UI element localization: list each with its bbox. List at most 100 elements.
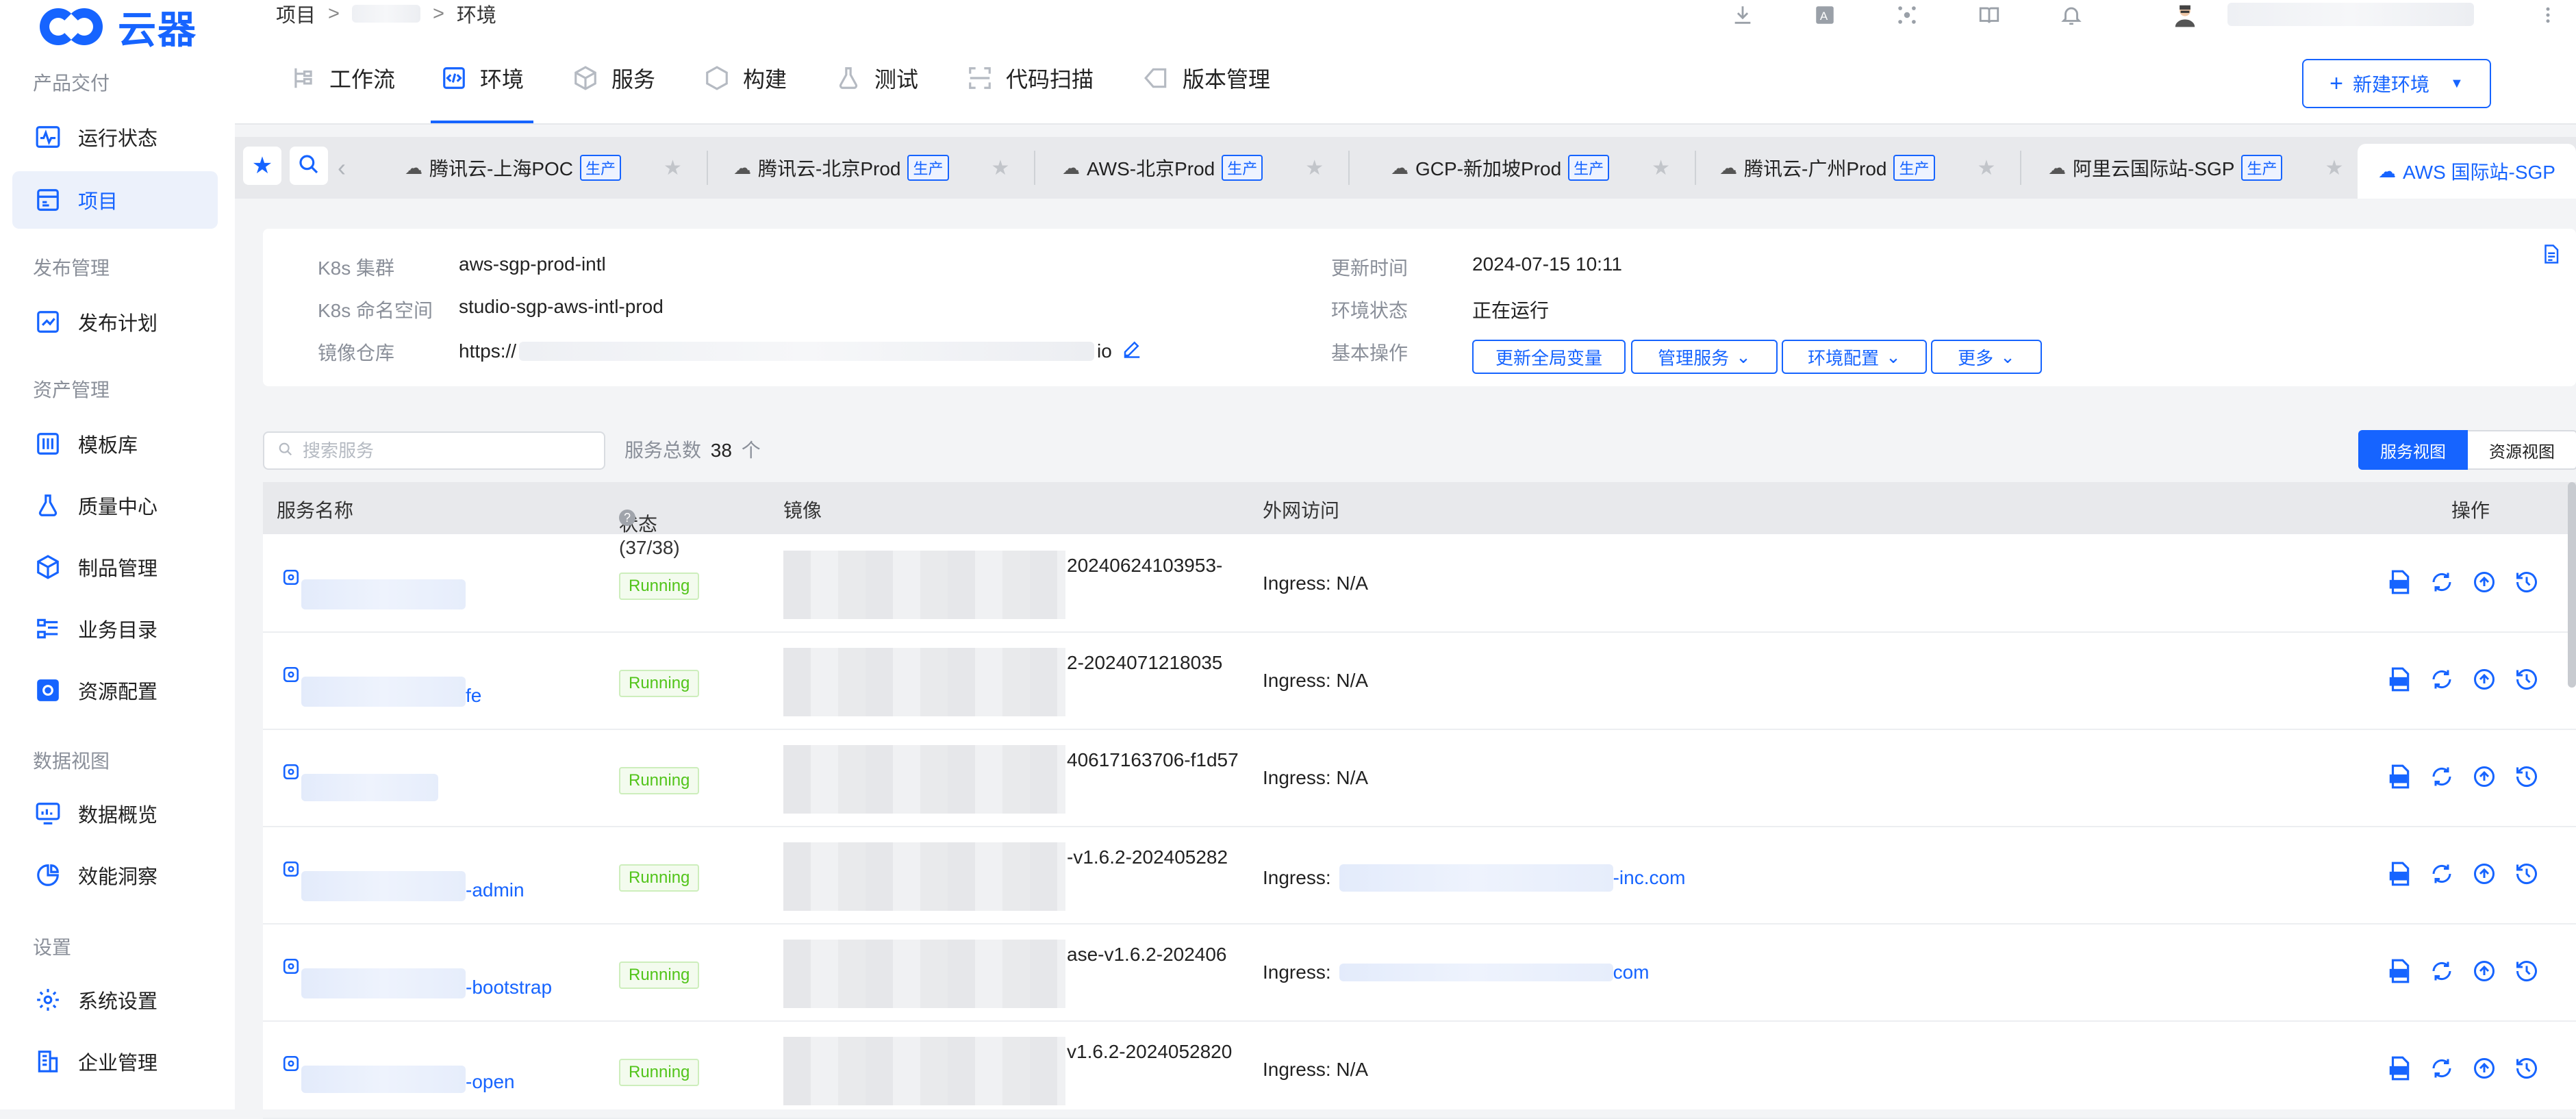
env-tab-tencent-guangzhou-prod[interactable]: ☁ 腾讯云-广州Prod 生产 ★ [1719, 144, 2022, 192]
star-outline-icon[interactable]: ★ [664, 156, 682, 180]
history-icon[interactable] [2513, 860, 2540, 888]
env-tab-gcp-singapore-prod[interactable]: ☁ GCP-新加坡Prod 生产 ★ [1391, 144, 1697, 192]
service-search-field[interactable] [263, 431, 605, 470]
help-icon[interactable]: ? [619, 510, 635, 526]
restart-icon[interactable] [2428, 763, 2455, 790]
beaker-icon [835, 64, 862, 92]
service-name-link[interactable]: fe [301, 677, 481, 707]
service-name-link[interactable] [301, 579, 466, 609]
apps-icon[interactable] [1892, 0, 1922, 30]
sidebar-item-templates[interactable]: 模板库 [12, 415, 218, 473]
env-tab-tencent-shanghai-poc[interactable]: ☁ 腾讯云-上海POC 生产 ★ [405, 144, 708, 192]
restart-icon[interactable] [2428, 860, 2455, 888]
new-environment-button[interactable]: + 新建环境 ▼ [2302, 59, 2491, 108]
manage-services-button[interactable]: 管理服务 ⌄ [1631, 340, 1778, 374]
service-name-link[interactable]: -bootstrap [301, 968, 552, 998]
edit-pencil-icon[interactable] [1122, 338, 1142, 364]
view-doc-icon[interactable] [2386, 568, 2413, 596]
update-global-vars-button[interactable]: 更新全局变量 [1472, 340, 1626, 374]
upgrade-icon[interactable] [2471, 1055, 2498, 1082]
upgrade-icon[interactable] [2471, 957, 2498, 985]
restart-icon[interactable] [2428, 1055, 2455, 1082]
history-icon[interactable] [2513, 568, 2540, 596]
sidebar-item-enterprise[interactable]: 企业管理 [12, 1033, 218, 1090]
resource-view-button[interactable]: 资源视图 [2468, 430, 2576, 470]
restart-icon[interactable] [2428, 957, 2455, 985]
tab-test[interactable]: 测试 [835, 33, 918, 123]
env-tab-aws-beijing-prod[interactable]: ☁ AWS-北京Prod 生产 ★ [1062, 144, 1350, 192]
tabs-prev-chevron-icon[interactable]: ‹ [338, 153, 346, 182]
ingress-host-redacted[interactable] [1339, 964, 1613, 981]
sidebar-item-insights[interactable]: 效能洞察 [12, 846, 218, 904]
scan-icon [966, 64, 994, 92]
service-name-link[interactable]: -admin [301, 871, 525, 901]
service-view-button[interactable]: 服务视图 [2358, 430, 2468, 470]
ingress-host-redacted[interactable] [1339, 864, 1613, 892]
breadcrumb-project-redacted[interactable] [351, 5, 420, 23]
tab-workflow[interactable]: 工作流 [290, 33, 395, 123]
docs-book-icon[interactable] [1974, 0, 2004, 30]
service-name-link[interactable]: -open [301, 1066, 515, 1093]
env-config-button[interactable]: 环境配置 ⌄ [1782, 340, 1927, 374]
upgrade-icon[interactable] [2471, 860, 2498, 888]
more-button[interactable]: 更多 ⌄ [1931, 340, 2042, 374]
favorite-star-button[interactable]: ★ [243, 147, 281, 185]
brand-logo[interactable]: 云器 [40, 4, 197, 51]
more-vertical-icon[interactable] [2533, 0, 2563, 30]
star-outline-icon[interactable]: ★ [1305, 156, 1324, 180]
sidebar: 云器 产品交付 运行状态 项目 发布管理 发布计划 资产管理 模板库 质量中心 … [0, 0, 235, 1109]
sidebar-item-label: 效能洞察 [78, 866, 158, 888]
env-tab-tencent-beijing-prod[interactable]: ☁ 腾讯云-北京Prod 生产 ★ [733, 144, 1036, 192]
tab-build[interactable]: 构建 [703, 33, 787, 123]
tab-environment[interactable]: 环境 [430, 33, 534, 123]
history-icon[interactable] [2513, 1055, 2540, 1082]
document-icon[interactable] [2540, 244, 2561, 268]
table-scrollbar[interactable] [2568, 482, 2576, 688]
cloud-icon: ☁ [1062, 157, 1080, 178]
sidebar-item-data-overview[interactable]: 数据概览 [12, 785, 218, 842]
view-doc-icon[interactable] [2386, 957, 2413, 985]
translate-icon[interactable]: A [1810, 0, 1840, 30]
avatar[interactable] [2170, 0, 2200, 30]
upgrade-icon[interactable] [2471, 666, 2498, 693]
sidebar-item-resource-config[interactable]: 资源配置 [12, 662, 218, 719]
env-search-button[interactable] [290, 147, 328, 185]
history-icon[interactable] [2513, 763, 2540, 790]
tab-label: 测试 [874, 67, 919, 92]
star-outline-icon[interactable]: ★ [1652, 156, 1670, 180]
tab-version-mgmt[interactable]: 版本管理 [1143, 33, 1270, 123]
sidebar-item-catalog[interactable]: 业务目录 [12, 600, 218, 657]
view-doc-icon[interactable] [2386, 860, 2413, 888]
restart-icon[interactable] [2428, 666, 2455, 693]
env-tab-aliyun-intl-sgp[interactable]: ☁ 阿里云国际站-SGP 生产 ★ [2048, 144, 2343, 192]
env-tab-aws-intl-sgp[interactable]: ☁ AWS 国际站-SGP [2358, 144, 2576, 199]
sidebar-item-runtime-status[interactable]: 运行状态 [12, 108, 218, 166]
history-icon[interactable] [2513, 666, 2540, 693]
view-doc-icon[interactable] [2386, 1055, 2413, 1082]
upgrade-icon[interactable] [2471, 568, 2498, 596]
view-doc-icon[interactable] [2386, 666, 2413, 693]
restart-icon[interactable] [2428, 568, 2455, 596]
sidebar-item-quality[interactable]: 质量中心 [12, 477, 218, 534]
service-search-input[interactable] [301, 439, 592, 462]
ingress-link[interactable]: -inc.com [1613, 867, 1686, 889]
upgrade-icon[interactable] [2471, 763, 2498, 790]
sidebar-item-system-settings[interactable]: 系统设置 [12, 971, 218, 1029]
sidebar-item-release-plan[interactable]: 发布计划 [12, 293, 218, 351]
tab-code-scan[interactable]: 代码扫描 [966, 33, 1094, 123]
bell-icon[interactable] [2056, 0, 2086, 30]
view-doc-icon[interactable] [2386, 763, 2413, 790]
service-type-icon [282, 568, 300, 586]
sidebar-item-project[interactable]: 项目 [12, 171, 218, 229]
history-icon[interactable] [2513, 957, 2540, 985]
star-outline-icon[interactable]: ★ [2325, 156, 2343, 180]
tab-services[interactable]: 服务 [572, 33, 655, 123]
star-outline-icon[interactable]: ★ [992, 156, 1010, 180]
breadcrumb-root[interactable]: 项目 [276, 0, 316, 28]
download-icon[interactable] [1728, 0, 1758, 30]
sidebar-item-artifacts[interactable]: 制品管理 [12, 538, 218, 596]
service-name-link[interactable] [301, 774, 438, 801]
star-outline-icon[interactable]: ★ [1978, 156, 1996, 180]
user-name-redacted[interactable] [2227, 3, 2474, 26]
ingress-link[interactable]: com [1613, 961, 1650, 983]
